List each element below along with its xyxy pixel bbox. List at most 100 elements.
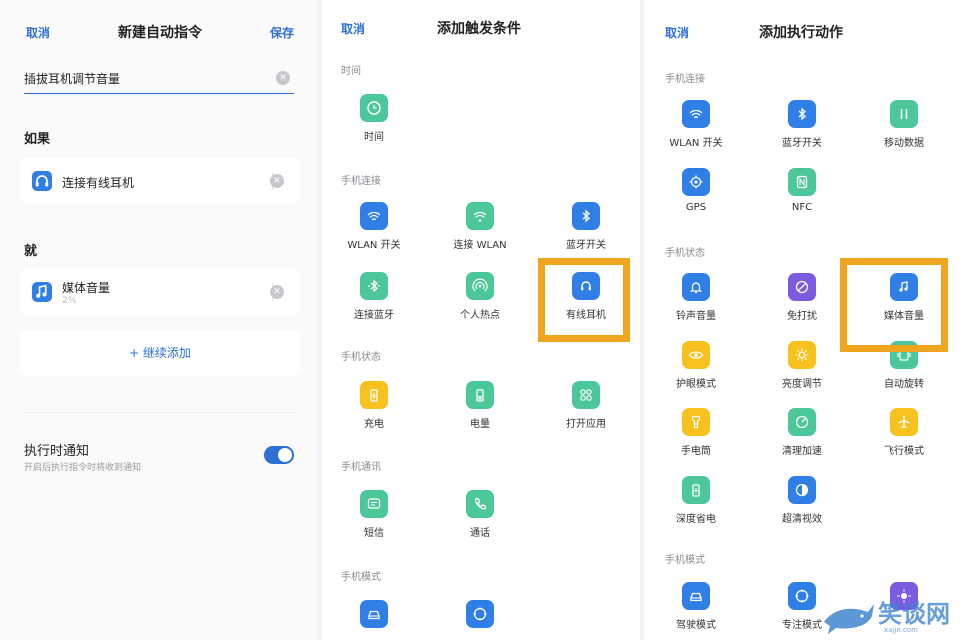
trigger-label: 连接有线耳机 [62,176,135,190]
trigger-card[interactable]: 连接有线耳机 ✕ [20,158,300,204]
phone-icon [466,490,494,518]
option-nfc[interactable]: NFC [754,168,850,228]
bluetooth-icon [572,202,600,230]
flashlight-icon [682,408,710,436]
section-heading: 手机通讯 [341,462,381,473]
section-heading: 手机模式 [341,572,381,583]
headset-icon [32,171,52,191]
option-label: WLAN 开关 [347,240,401,251]
option-label: 个人热点 [460,310,500,321]
notify-title: 执行时通知 [24,444,90,459]
option-label: 连接蓝牙 [354,310,394,321]
command-name-value: 插拔耳机调节音量 [24,72,121,86]
remove-action-icon[interactable]: ✕ [270,285,284,299]
option-clock[interactable]: 时间 [326,94,422,154]
toggle-knob [278,448,292,462]
dnd-icon [788,273,816,301]
option-airplane[interactable]: 飞行模式 [856,408,952,468]
save-button[interactable]: 保存 [270,24,294,41]
remove-trigger-icon[interactable]: ✕ [270,174,284,188]
option-label: 亮度调节 [782,379,822,390]
option-apps[interactable]: 打开应用 [538,381,634,441]
option-hotspot[interactable]: 个人热点 [432,272,528,332]
option-battery[interactable]: 电量 [432,381,528,441]
option-wifi[interactable]: WLAN 开关 [326,202,422,262]
option-bluetooth[interactable]: 蓝牙开关 [538,202,634,262]
wifi-connect-icon [466,202,494,230]
option-label: 铃声音量 [676,311,716,322]
page-title: 添加执行动作 [759,25,843,41]
option-label: 超清视效 [782,514,822,525]
option-label: 充电 [364,419,384,430]
new-command-panel: 取消 新建自动指令 保存 插拔耳机调节音量 ✕ 如果 连接有线耳机 ✕ 就 媒体… [0,0,318,640]
watermark-text: 笑谈网 [878,600,950,628]
option-label: 清理加速 [782,446,822,457]
option-label: 时间 [364,132,384,143]
option-car[interactable] [326,600,422,640]
highlight-box [840,258,948,352]
option-label: 免打扰 [787,311,817,322]
action-card[interactable]: 媒体音量 2% ✕ [20,268,300,316]
option-wifi-connect[interactable]: 连接 WLAN [432,202,528,262]
clear-icon[interactable]: ✕ [276,71,290,85]
apps-icon [572,381,600,409]
page-title: 新建自动指令 [118,25,202,41]
section-heading: 手机连接 [665,74,705,85]
option-bell[interactable]: 铃声音量 [648,273,744,333]
speedup-icon [788,408,816,436]
cancel-button[interactable]: 取消 [26,24,50,41]
option-label: 短信 [364,528,384,539]
section-heading: 手机连接 [341,176,381,187]
brightness-icon [788,341,816,369]
notify-description: 开启后执行指令时将收到通知 [24,463,142,473]
option-mobile-data[interactable]: 移动数据 [856,100,952,160]
option-focus[interactable] [432,600,528,640]
cancel-button[interactable]: 取消 [341,20,365,37]
clock-icon [360,94,388,122]
notify-toggle[interactable] [264,446,294,464]
command-name-input[interactable]: 插拔耳机调节音量 ✕ [24,66,294,94]
option-speedup[interactable]: 清理加速 [754,408,850,468]
charging-icon [360,381,388,409]
shark-logo-icon [824,604,874,634]
option-label: 手电筒 [681,446,711,457]
option-phone[interactable]: 通话 [432,490,528,550]
option-power-save[interactable]: 深度省电 [648,476,744,536]
option-gps[interactable]: GPS [648,168,744,228]
battery-icon [466,381,494,409]
message-icon [360,490,388,518]
nfc-icon [788,168,816,196]
option-eye[interactable]: 护眼模式 [648,341,744,401]
option-car[interactable]: 驾驶模式 [648,582,744,640]
option-label: 驾驶模式 [676,620,716,631]
car-icon [360,600,388,628]
option-charging[interactable]: 充电 [326,381,422,441]
option-label: 飞行模式 [884,446,924,457]
eye-icon [682,341,710,369]
car-icon [682,582,710,610]
option-bluetooth-connect[interactable]: 连接蓝牙 [326,272,422,332]
add-more-button[interactable]: + 继续添加 [20,330,300,376]
action-picker-panel: 取消 添加执行动作 手机连接 WLAN 开关 蓝牙开关 移动数据 GPS NFC 手机状态铃… [644,0,960,640]
option-brightness[interactable]: 亮度调节 [754,341,850,401]
top-bar: 取消 新建自动指令 保存 [0,22,318,46]
option-dnd[interactable]: 免打扰 [754,273,850,333]
section-heading: 时间 [341,66,361,77]
cancel-button[interactable]: 取消 [665,24,689,41]
focus-icon [466,600,494,628]
option-flashlight[interactable]: 手电筒 [648,408,744,468]
option-contrast[interactable]: 超清视效 [754,476,850,536]
option-message[interactable]: 短信 [326,490,422,550]
option-bluetooth[interactable]: 蓝牙开关 [754,100,850,160]
section-heading: 手机状态 [341,352,381,363]
option-label: 移动数据 [884,138,924,149]
option-label: NFC [791,202,813,213]
option-wifi[interactable]: WLAN 开关 [648,100,744,160]
contrast-icon [788,476,816,504]
section-heading: 手机模式 [665,555,705,566]
section-heading: 手机状态 [665,248,705,259]
bell-icon [682,273,710,301]
mobile-data-icon [890,100,918,128]
option-label: 通话 [470,528,490,539]
music-note-icon [32,282,52,302]
